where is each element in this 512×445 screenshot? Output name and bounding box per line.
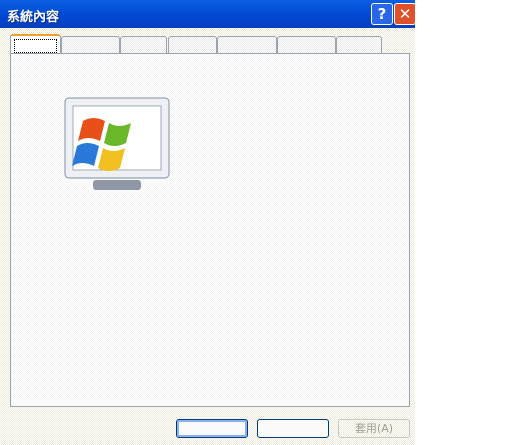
window-title: 系統內容	[7, 10, 60, 25]
tab-3[interactable]	[120, 36, 167, 54]
tab-7[interactable]	[336, 36, 382, 54]
tab-5[interactable]	[217, 36, 277, 54]
ok-button[interactable]	[176, 419, 248, 438]
cancel-button[interactable]	[257, 419, 329, 438]
help-button[interactable]: ?	[371, 3, 393, 25]
question-icon: ?	[377, 5, 387, 23]
windows-logo-monitor-icon	[64, 97, 170, 190]
tab-6[interactable]	[277, 36, 336, 54]
apply-button[interactable]: 套用(A)	[338, 419, 410, 438]
focus-rect	[14, 39, 57, 53]
tab-4[interactable]	[168, 36, 217, 54]
system-properties-window: 系統內容 ? ✕ 套用(A)	[0, 0, 416, 445]
title-bar[interactable]: 系統內容 ? ✕	[0, 0, 416, 28]
close-icon: ✕	[398, 5, 412, 23]
tab-panel	[10, 53, 410, 407]
close-button[interactable]: ✕	[394, 3, 416, 25]
tab-2[interactable]	[61, 36, 120, 54]
